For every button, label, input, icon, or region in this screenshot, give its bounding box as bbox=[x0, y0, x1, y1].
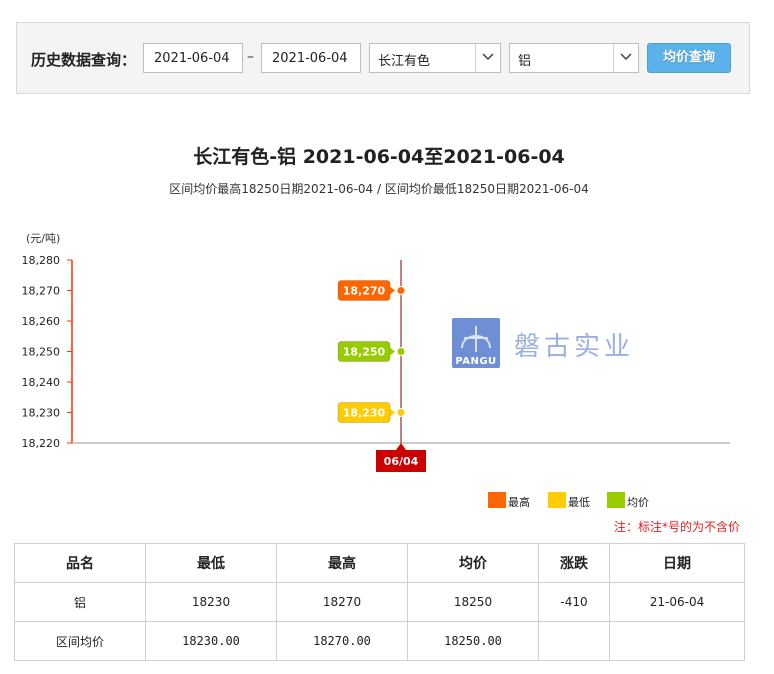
data-label: 18,250 bbox=[343, 346, 386, 359]
y-tick-label: 18,280 bbox=[22, 254, 61, 267]
table-header: 最低 bbox=[145, 543, 277, 583]
table-header-row: 品名 最低 最高 均价 涨跌 日期 bbox=[14, 543, 745, 583]
y-tick-label: 18,250 bbox=[22, 346, 61, 359]
table-cell: 18250 bbox=[407, 582, 539, 622]
table-cell bbox=[538, 621, 610, 661]
table-header: 均价 bbox=[407, 543, 539, 583]
price-chart: 18,280 18,270 18,260 18,250 18,240 18,230 18,2… bbox=[22, 254, 730, 472]
data-point bbox=[396, 408, 406, 417]
legend-label: 最高 bbox=[508, 496, 530, 509]
table-cell: 18230.00 bbox=[145, 621, 277, 661]
legend-label: 均价 bbox=[627, 496, 649, 509]
y-tick-label: 18,220 bbox=[22, 437, 61, 450]
data-label-pointer bbox=[390, 347, 395, 356]
table-cell: 21-06-04 bbox=[609, 582, 745, 622]
legend-label: 最低 bbox=[568, 496, 590, 509]
price-table: 品名 最低 最高 均价 涨跌 日期 铝 18230 18270 18250 -4… bbox=[14, 543, 745, 661]
x-tick-label: 06/04 bbox=[384, 455, 419, 468]
table-row: 铝 18230 18270 18250 -410 21-06-04 bbox=[14, 582, 745, 622]
table-cell: 铝 bbox=[14, 582, 146, 622]
table-cell: 18270.00 bbox=[276, 621, 408, 661]
y-tick-label: 18,270 bbox=[22, 285, 61, 298]
legend-swatch bbox=[607, 492, 625, 508]
y-tick-label: 18,260 bbox=[22, 315, 61, 328]
table-cell: 区间均价 bbox=[14, 621, 146, 661]
table-cell: -410 bbox=[538, 582, 610, 622]
legend-swatch bbox=[488, 492, 506, 508]
data-point bbox=[396, 347, 406, 356]
table-header: 品名 bbox=[14, 543, 146, 583]
table-header: 最高 bbox=[276, 543, 408, 583]
data-label: 18,230 bbox=[343, 407, 386, 420]
table-header: 涨跌 bbox=[538, 543, 610, 583]
table-cell: 18250.00 bbox=[407, 621, 539, 661]
table-row: 区间均价 18230.00 18270.00 18250.00 bbox=[14, 621, 745, 661]
y-tick-label: 18,230 bbox=[22, 407, 61, 420]
legend-swatch bbox=[548, 492, 566, 508]
data-label: 18,270 bbox=[343, 285, 386, 298]
y-tick-label: 18,240 bbox=[22, 376, 61, 389]
table-cell: 18230 bbox=[145, 582, 277, 622]
table-cell bbox=[609, 621, 745, 661]
category-badge-pointer bbox=[396, 443, 406, 450]
data-label-pointer bbox=[390, 286, 395, 295]
table-cell: 18270 bbox=[276, 582, 408, 622]
data-point bbox=[396, 286, 406, 295]
price-note: 注：标注*号的为不含价 bbox=[614, 520, 741, 534]
table-header: 日期 bbox=[609, 543, 745, 583]
data-label-pointer bbox=[390, 408, 395, 417]
